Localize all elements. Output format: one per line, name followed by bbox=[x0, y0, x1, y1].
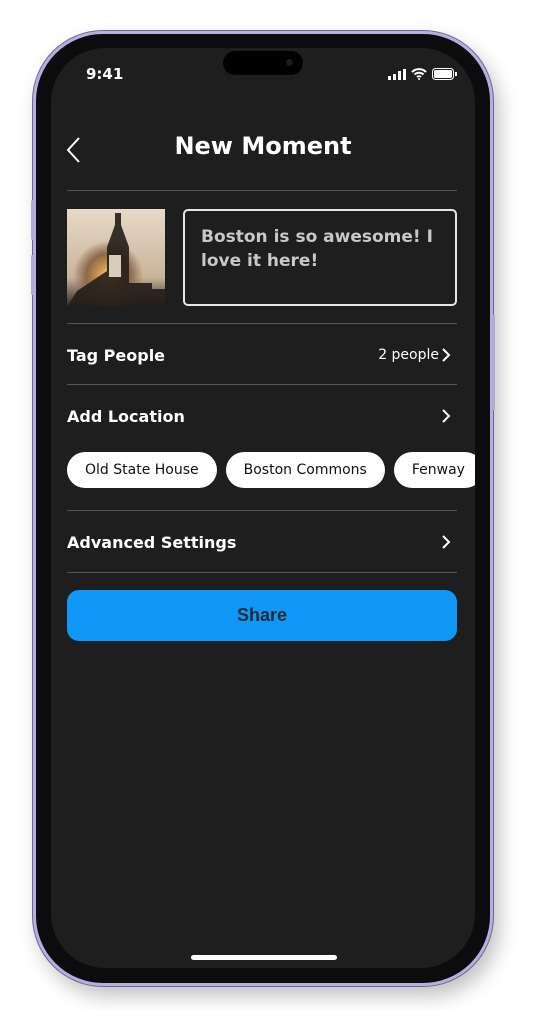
add-location-label: Add Location bbox=[67, 406, 185, 426]
divider bbox=[67, 510, 457, 511]
share-button[interactable]: Share bbox=[67, 590, 457, 641]
dynamic-island bbox=[223, 51, 303, 75]
location-chip[interactable]: Old State House bbox=[67, 452, 217, 488]
screen: 9:41 New Moment Boston is so awesome! I … bbox=[51, 48, 475, 968]
divider bbox=[67, 190, 457, 191]
chevron-right-icon bbox=[442, 535, 451, 549]
wifi-icon bbox=[411, 68, 427, 80]
chevron-right-icon bbox=[442, 348, 451, 362]
divider bbox=[67, 323, 457, 324]
home-indicator[interactable] bbox=[191, 955, 337, 960]
location-suggestions: Old State House Boston Commons Fenway bbox=[67, 452, 475, 488]
volume-up-button bbox=[31, 200, 34, 240]
battery-icon bbox=[432, 68, 457, 80]
camera-icon bbox=[286, 59, 293, 66]
church-silhouette-image bbox=[67, 213, 165, 307]
page-title: New Moment bbox=[174, 132, 352, 160]
volume-down-button bbox=[31, 255, 34, 295]
tag-people-label: Tag People bbox=[67, 345, 166, 365]
advanced-settings-row[interactable]: Advanced Settings bbox=[67, 522, 457, 562]
power-button bbox=[492, 315, 495, 410]
tag-people-row[interactable]: Tag People 2 people bbox=[67, 335, 457, 375]
advanced-settings-label: Advanced Settings bbox=[67, 532, 237, 552]
location-chip[interactable]: Fenway bbox=[393, 452, 475, 488]
tag-people-count: 2 people bbox=[378, 347, 439, 363]
divider bbox=[67, 384, 457, 385]
chevron-right-icon bbox=[442, 409, 451, 423]
add-location-row[interactable]: Add Location bbox=[67, 396, 457, 436]
caption-input[interactable]: Boston is so awesome! I love it here! bbox=[183, 209, 457, 306]
location-chip[interactable]: Boston Commons bbox=[225, 452, 385, 488]
divider bbox=[67, 572, 457, 573]
signal-icon bbox=[388, 68, 406, 80]
status-icons bbox=[388, 68, 457, 80]
status-time: 9:41 bbox=[86, 65, 124, 83]
post-photo-thumbnail[interactable] bbox=[67, 209, 165, 307]
